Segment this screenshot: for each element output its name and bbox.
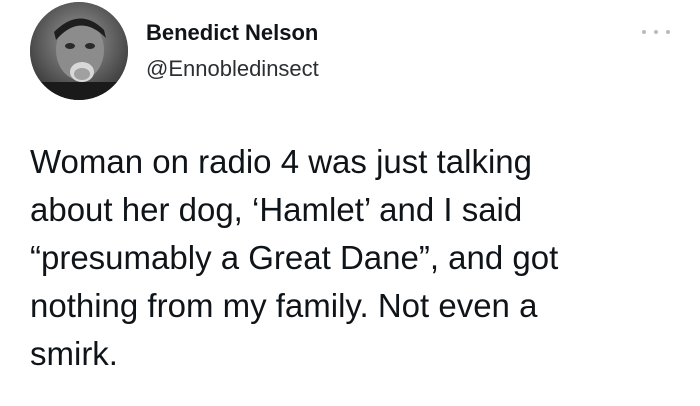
more-horizontal-icon[interactable]	[642, 24, 670, 40]
tweet-card: Benedict Nelson @Ennobledinsect Woman on…	[0, 0, 700, 406]
dot	[654, 30, 658, 34]
tweet-text: Woman on radio 4 was just talking about …	[30, 143, 559, 372]
dot	[666, 30, 670, 34]
display-name[interactable]: Benedict Nelson	[146, 20, 319, 46]
author-info: Benedict Nelson @Ennobledinsect	[146, 20, 319, 82]
avatar[interactable]	[30, 2, 128, 100]
dot	[642, 30, 646, 34]
avatar-photo	[30, 2, 128, 100]
user-handle[interactable]: @Ennobledinsect	[146, 56, 319, 82]
